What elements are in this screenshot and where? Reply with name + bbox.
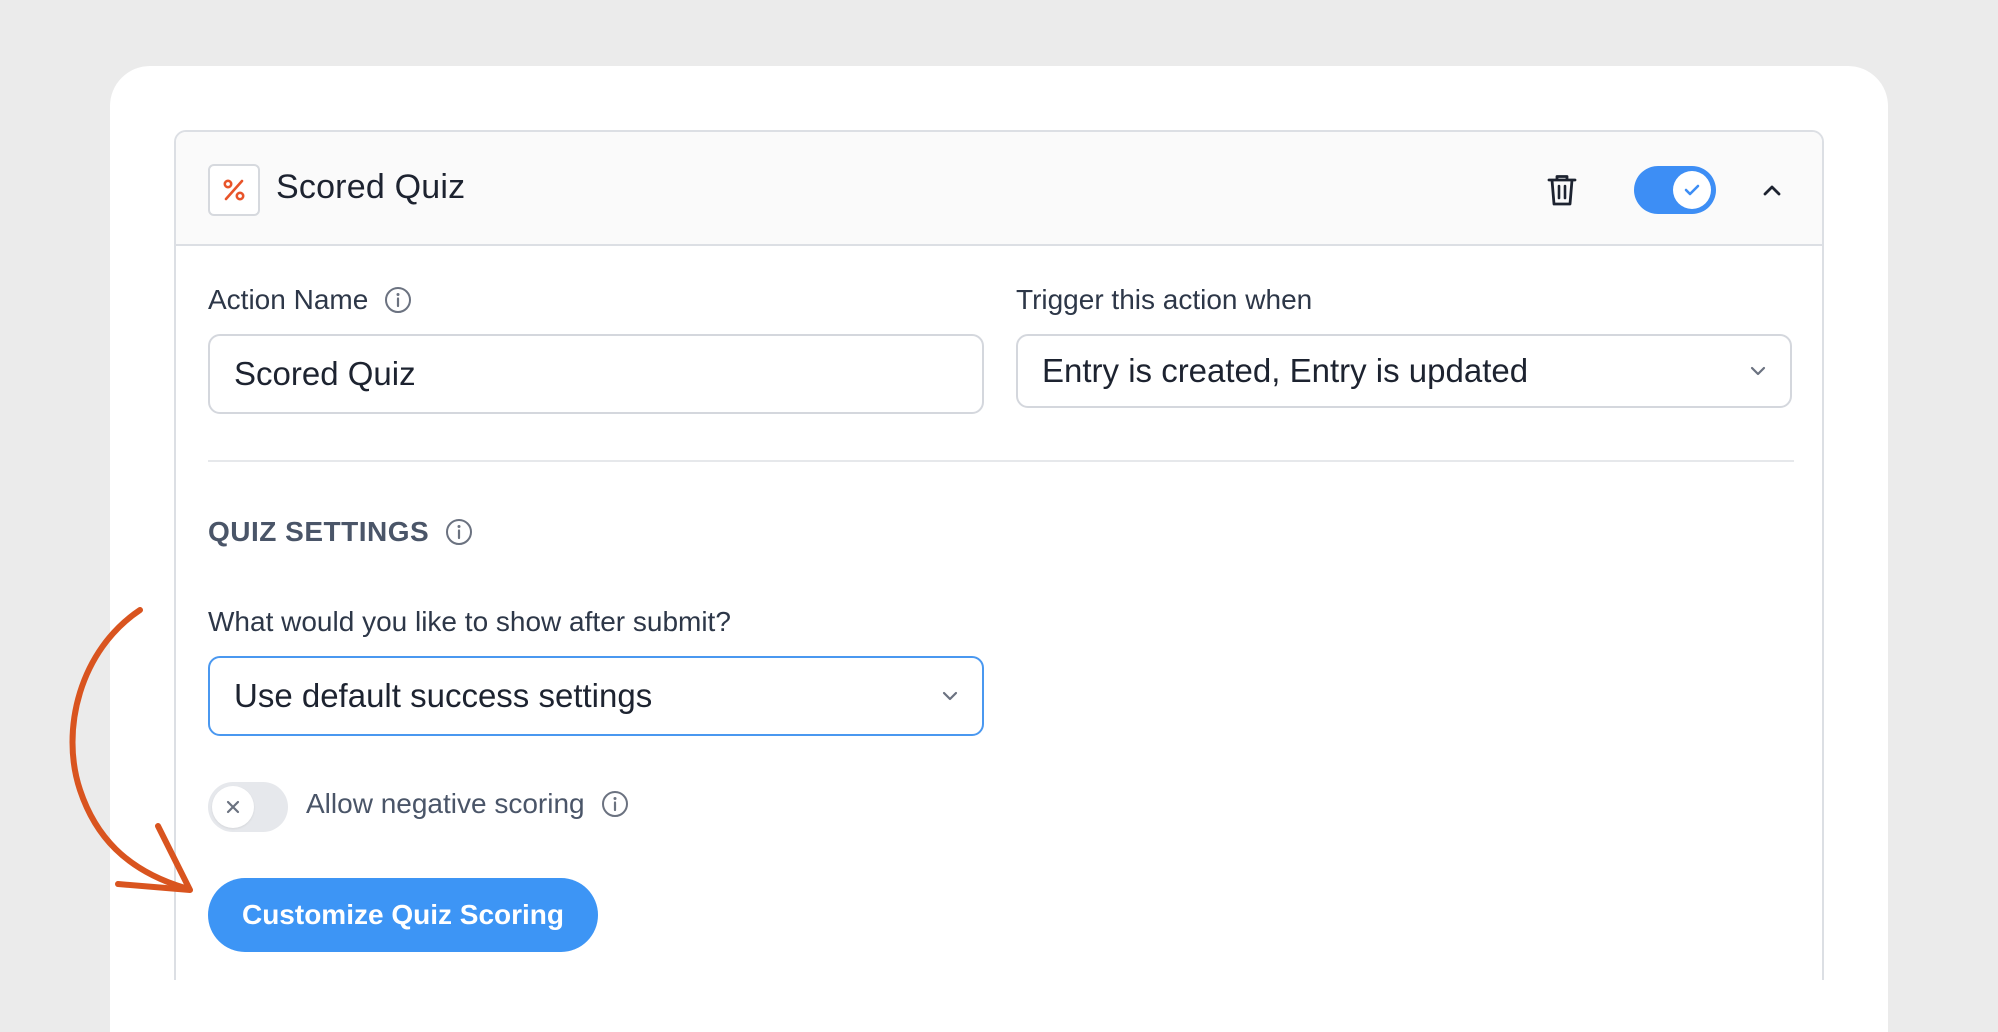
percent-icon [208,164,260,216]
after-submit-select[interactable]: Use default success settings [208,656,984,736]
chevron-down-icon [942,691,958,701]
enable-toggle[interactable] [1634,166,1716,214]
close-icon [226,800,240,814]
customize-quiz-scoring-button[interactable]: Customize Quiz Scoring [208,878,598,952]
action-name-input[interactable] [208,334,984,414]
chevron-down-icon [1750,366,1766,376]
delete-button[interactable] [1542,170,1582,210]
after-submit-select-value: Use default success settings [234,677,653,714]
section-divider [208,460,1794,462]
check-icon [1684,184,1700,196]
action-name-label: Action Name [208,284,412,316]
quiz-settings-title-text: QUIZ SETTINGS [208,516,430,547]
toggle-knob [1673,171,1711,209]
quiz-settings-title: QUIZ SETTINGS [208,516,473,548]
info-icon[interactable] [445,518,473,546]
trigger-select-value: Entry is created, Entry is updated [1042,352,1529,389]
collapse-button[interactable] [1756,174,1788,206]
chevron-up-icon [1763,185,1781,196]
after-submit-label: What would you like to show after submit… [208,606,731,637]
action-header[interactable]: Scored Quiz [176,132,1822,246]
annotation-arrow-icon [69,607,193,893]
action-panel: Scored Quiz Action Name Scored Quiz Trig… [174,130,1824,1032]
info-icon[interactable] [384,286,412,314]
trigger-label: Trigger this action when [1016,284,1313,315]
action-name-label-text: Action Name [208,284,369,315]
card-bottom [110,980,1888,1032]
toggle-knob [212,786,254,828]
trigger-select[interactable]: Entry is created, Entry is updated [1016,334,1792,408]
negative-scoring-label: Allow negative scoring [306,788,629,820]
info-icon[interactable] [601,790,629,818]
negative-scoring-label-text: Allow negative scoring [306,788,585,819]
negative-scoring-toggle[interactable] [208,782,288,832]
trash-icon [1547,175,1577,206]
action-title: Scored Quiz [276,168,466,206]
